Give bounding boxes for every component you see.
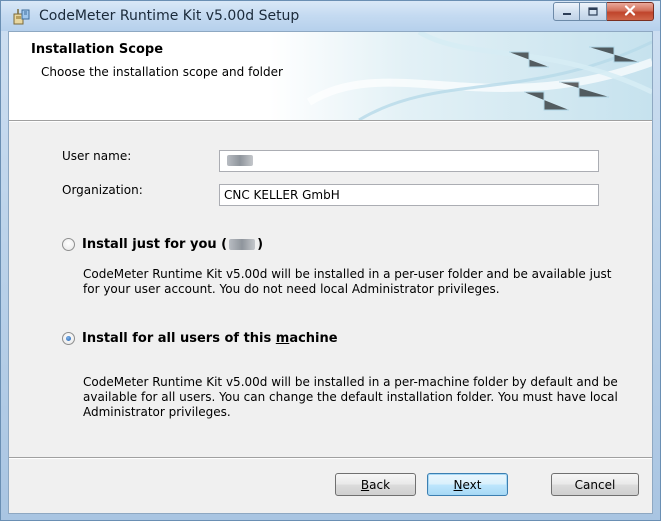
installer-icon bbox=[13, 8, 31, 25]
close-button[interactable] bbox=[607, 2, 654, 21]
organization-field[interactable] bbox=[219, 184, 599, 206]
title-bar[interactable]: CodeMeter Runtime Kit v5.00d Setup bbox=[1, 1, 660, 31]
redacted-user bbox=[229, 239, 256, 250]
just-for-you-label-suffix: ) bbox=[257, 237, 264, 252]
banner-pattern-image bbox=[269, 32, 652, 120]
user-name-field[interactable] bbox=[219, 150, 599, 172]
minimize-icon bbox=[562, 5, 572, 19]
caption-buttons bbox=[553, 2, 654, 23]
minimize-button[interactable] bbox=[553, 2, 580, 21]
organization-label: Organization: bbox=[62, 183, 143, 197]
all-users-description: CodeMeter Runtime Kit v5.00d will be ins… bbox=[83, 375, 618, 419]
page-subtitle: Choose the installation scope and folder bbox=[41, 65, 283, 79]
all-users-label-start: Install for all users of this bbox=[82, 331, 276, 346]
back-button-mnemonic: B bbox=[360, 477, 370, 492]
page-title: Installation Scope bbox=[31, 42, 164, 57]
header-banner: Installation Scope Choose the installati… bbox=[9, 32, 652, 120]
window-title: CodeMeter Runtime Kit v5.00d Setup bbox=[39, 8, 300, 24]
next-button[interactable]: Next bbox=[427, 473, 508, 496]
maximize-button[interactable] bbox=[580, 2, 607, 21]
radio-just-for-you[interactable] bbox=[62, 238, 75, 251]
all-users-label: Install for all users of this machine bbox=[82, 331, 338, 346]
user-name-label: User name: bbox=[62, 149, 132, 163]
setup-window: CodeMeter Runtime Kit v5.00d Setup Insta… bbox=[0, 0, 661, 521]
back-button-label: ack bbox=[369, 477, 391, 492]
footer-divider bbox=[9, 457, 652, 459]
close-icon bbox=[624, 4, 636, 19]
all-users-label-end: achine bbox=[289, 331, 338, 346]
maximize-icon bbox=[588, 5, 598, 19]
all-users-label-mnemonic: m bbox=[275, 331, 290, 346]
just-for-you-label: Install just for you () bbox=[82, 237, 263, 252]
cancel-button[interactable]: Cancel bbox=[551, 473, 639, 496]
just-for-you-label-prefix: Install just for you ( bbox=[82, 237, 228, 252]
just-for-you-description: CodeMeter Runtime Kit v5.00d will be ins… bbox=[83, 267, 612, 296]
radio-selected-dot bbox=[66, 336, 71, 341]
next-button-mnemonic: N bbox=[453, 477, 463, 492]
back-button[interactable]: Back bbox=[335, 473, 416, 496]
radio-all-users[interactable] bbox=[62, 332, 75, 345]
next-button-label: ext bbox=[462, 477, 482, 492]
install-all-users-option[interactable]: Install for all users of this machine bbox=[62, 331, 338, 346]
install-just-for-you-option[interactable]: Install just for you () bbox=[62, 237, 263, 252]
header-divider bbox=[9, 120, 652, 122]
redacted-user-name bbox=[227, 155, 253, 166]
dialog-body: Installation Scope Choose the installati… bbox=[8, 31, 653, 514]
